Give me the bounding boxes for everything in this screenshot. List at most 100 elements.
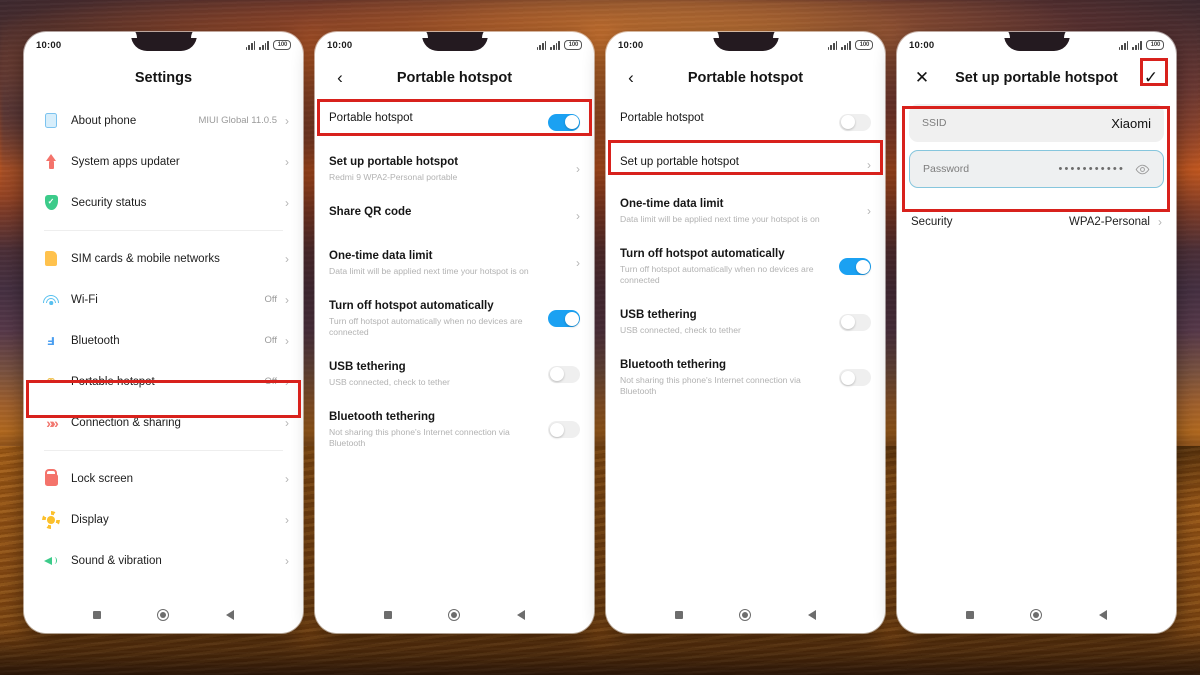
- chevron-right-icon: ›: [285, 415, 289, 430]
- signal-bars-icon: [1118, 40, 1129, 50]
- status-time: 10:00: [618, 39, 644, 51]
- eye-icon[interactable]: [1135, 162, 1150, 177]
- chevron-right-icon: ›: [576, 256, 580, 270]
- row-title: USB tethering: [329, 361, 406, 373]
- signal-bars-icon-2: [1132, 40, 1142, 50]
- sidebar-item-about-phone[interactable]: About phone MIUI Global 11.0.5 ›: [24, 100, 303, 141]
- row-subtitle: Turn off hotspot automatically when no d…: [620, 264, 814, 285]
- sidebar-item-sim-cards[interactable]: SIM cards & mobile networks ›: [24, 238, 303, 279]
- settings-list: About phone MIUI Global 11.0.5 › System …: [24, 98, 303, 597]
- triangle-back-icon[interactable]: [1093, 605, 1113, 625]
- row-title: Turn off hotspot automatically: [620, 248, 785, 260]
- circle-home-icon[interactable]: [444, 605, 464, 625]
- sidebar-item-portable-hotspot[interactable]: ⚭ Portable hotspot Off ›: [24, 361, 303, 402]
- triangle-back-icon[interactable]: [802, 605, 822, 625]
- sidebar-item-security-status[interactable]: ✓ Security status ›: [24, 182, 303, 223]
- circle-home-icon[interactable]: [153, 605, 173, 625]
- close-x-icon[interactable]: ✕: [911, 67, 933, 89]
- row-turn-off-hotspot-automatically[interactable]: Turn off hotspot automatically Turn off …: [315, 288, 594, 349]
- signal-bars-icon: [536, 40, 547, 50]
- phone-notch: [130, 32, 197, 51]
- toggle-usb-tethering[interactable]: [548, 365, 580, 383]
- row-subtitle: USB connected, check to tether: [620, 325, 741, 335]
- sidebar-item-display[interactable]: Display ›: [24, 499, 303, 540]
- toggle-bluetooth-tethering[interactable]: [548, 421, 580, 438]
- status-time: 10:00: [36, 39, 62, 51]
- row-bluetooth-tethering[interactable]: Bluetooth tethering Not sharing this pho…: [315, 399, 594, 460]
- chevron-right-icon: ›: [285, 512, 289, 527]
- toggle-turn-off-hotspot-automatically[interactable]: [548, 310, 580, 327]
- square-recents-icon[interactable]: [960, 605, 980, 625]
- toggle-turn-off-hotspot-automatically[interactable]: [839, 258, 871, 275]
- app-bar-hotspot: ‹ Portable hotspot: [606, 58, 885, 98]
- row-portable-hotspot[interactable]: Portable hotspot: [315, 100, 594, 144]
- square-recents-icon[interactable]: [669, 605, 689, 625]
- list-item-label: Sound & vibration: [71, 554, 162, 567]
- chevron-right-icon: ›: [285, 333, 289, 348]
- security-row[interactable]: Security WPA2-Personal ›: [897, 202, 1176, 242]
- chevron-right-icon: ›: [285, 195, 289, 210]
- chevron-right-icon: ›: [285, 471, 289, 486]
- password-field[interactable]: Password •••••••••••: [909, 150, 1164, 188]
- chevron-right-icon: ›: [576, 209, 580, 223]
- row-title: Turn off hotspot automatically: [329, 300, 494, 312]
- row-share-qr-code[interactable]: Share QR code ›: [315, 194, 594, 238]
- sidebar-item-lock-screen[interactable]: Lock screen ›: [24, 458, 303, 499]
- signal-bars-icon: [245, 40, 256, 50]
- row-set-up-portable-hotspot[interactable]: Set up portable hotspot ›: [606, 144, 885, 186]
- signal-bars-icon-2: [550, 40, 560, 50]
- row-title: Portable hotspot: [620, 112, 704, 124]
- row-title: One-time data limit: [329, 250, 433, 262]
- list-item-label: About phone: [71, 114, 137, 127]
- list-item-value: Off: [264, 376, 278, 387]
- app-bar-setup: ✕ Set up portable hotspot ✓: [897, 58, 1176, 98]
- toggle-portable-hotspot[interactable]: [548, 113, 580, 131]
- circle-home-icon[interactable]: [735, 605, 755, 625]
- page-title: Portable hotspot: [396, 70, 513, 86]
- triangle-back-icon[interactable]: [220, 605, 240, 625]
- ssid-value: Xiaomi: [1111, 115, 1151, 131]
- sidebar-item-wifi[interactable]: Wi-Fi Off ›: [24, 279, 303, 320]
- row-set-up-portable-hotspot[interactable]: Set up portable hotspot Redmi 9 WPA2-Per…: [315, 144, 594, 194]
- sidebar-item-system-apps-updater[interactable]: System apps updater ›: [24, 141, 303, 182]
- square-recents-icon[interactable]: [87, 605, 107, 625]
- app-bar-hotspot: ‹ Portable hotspot: [315, 58, 594, 98]
- toggle-usb-tethering[interactable]: [839, 313, 871, 331]
- row-usb-tethering[interactable]: USB tethering USB connected, check to te…: [606, 297, 885, 347]
- chevron-right-icon: ›: [1158, 215, 1162, 229]
- page-title: Settings: [134, 70, 193, 86]
- toggle-portable-hotspot[interactable]: [839, 113, 871, 131]
- row-bluetooth-tethering[interactable]: Bluetooth tethering Not sharing this pho…: [606, 347, 885, 408]
- ssid-label: SSID: [922, 117, 947, 129]
- sidebar-item-connection-sharing[interactable]: »» Connection & sharing ›: [24, 402, 303, 443]
- chevron-right-icon: ›: [285, 154, 289, 169]
- row-turn-off-hotspot-automatically[interactable]: Turn off hotspot automatically Turn off …: [606, 236, 885, 297]
- list-item-value: Off: [264, 335, 278, 346]
- row-title: Set up portable hotspot: [329, 156, 459, 168]
- row-subtitle: USB connected, check to tether: [329, 377, 450, 387]
- row-portable-hotspot[interactable]: Portable hotspot: [606, 100, 885, 144]
- sidebar-item-sound-vibration[interactable]: Sound & vibration ›: [24, 540, 303, 581]
- system-nav-bar: [606, 597, 885, 633]
- phone-screen-settings: 10:00 100 Settings About phone MIUI Glob…: [24, 32, 303, 633]
- list-divider: [44, 450, 283, 451]
- triangle-back-icon[interactable]: [511, 605, 531, 625]
- phone-notch: [712, 32, 779, 51]
- list-item-value: Off: [264, 294, 278, 305]
- status-time: 10:00: [327, 39, 353, 51]
- row-one-time-data-limit[interactable]: One-time data limit Data limit will be a…: [315, 238, 594, 288]
- system-nav-bar: [897, 597, 1176, 633]
- row-title: USB tethering: [620, 309, 697, 321]
- row-title: Set up portable hotspot: [620, 156, 739, 168]
- row-usb-tethering[interactable]: USB tethering USB connected, check to te…: [315, 349, 594, 399]
- checkmark-icon[interactable]: ✓: [1140, 67, 1162, 89]
- back-chevron-icon[interactable]: ‹: [620, 67, 642, 89]
- circle-home-icon[interactable]: [1026, 605, 1046, 625]
- square-recents-icon[interactable]: [378, 605, 398, 625]
- security-value: WPA2-Personal: [1069, 216, 1150, 228]
- sidebar-item-bluetooth[interactable]: ⅎ Bluetooth Off ›: [24, 320, 303, 361]
- ssid-field[interactable]: SSID Xiaomi: [909, 104, 1164, 142]
- toggle-bluetooth-tethering[interactable]: [839, 369, 871, 386]
- row-one-time-data-limit[interactable]: One-time data limit Data limit will be a…: [606, 186, 885, 236]
- back-chevron-icon[interactable]: ‹: [329, 67, 351, 89]
